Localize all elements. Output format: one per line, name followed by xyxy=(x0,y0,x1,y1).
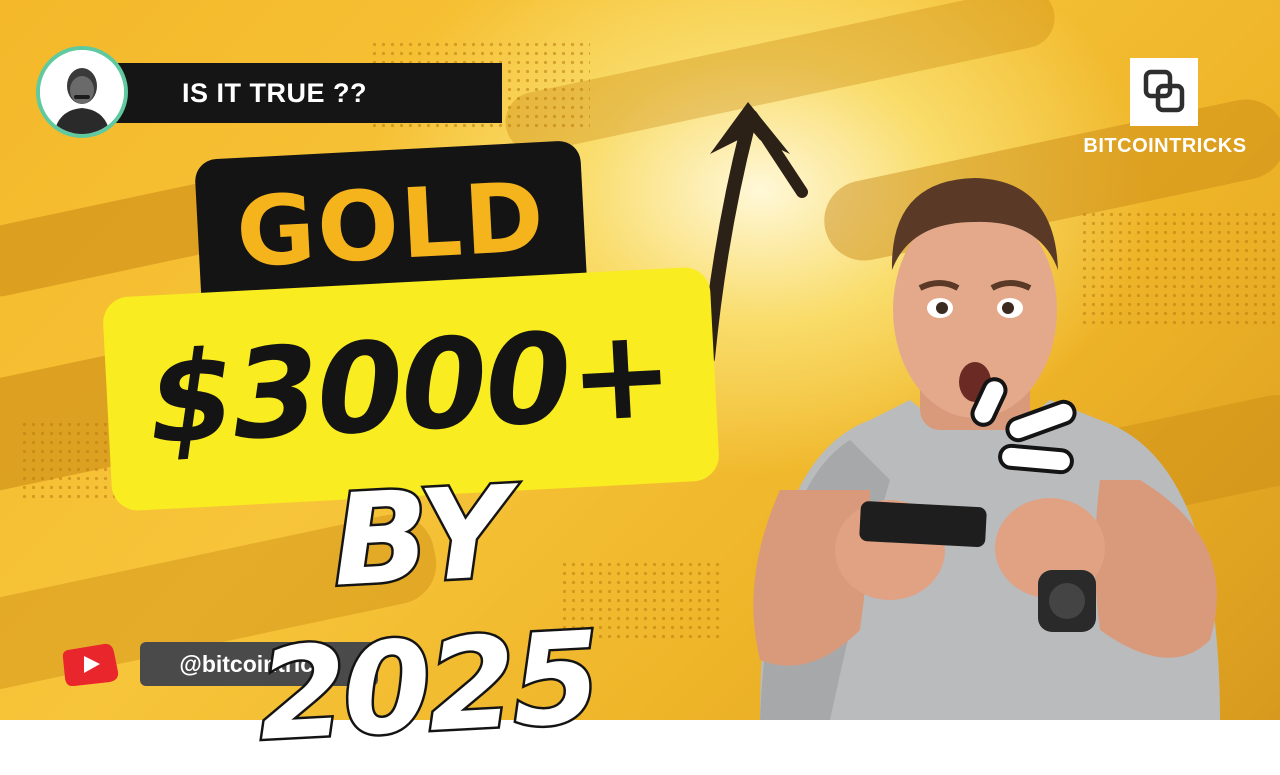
brand-name: BITCOINTRICKS xyxy=(1083,135,1247,157)
youtube-icon xyxy=(62,643,119,686)
surprise-lines-icon xyxy=(970,377,1077,475)
brand-logo xyxy=(1130,58,1198,126)
question-badge-text: IS IT TRUE ?? xyxy=(182,78,367,108)
question-badge: IS IT TRUE ?? xyxy=(110,63,502,123)
headline-gold: GOLD xyxy=(233,160,549,290)
host-avatar-icon xyxy=(40,50,124,134)
host-avatar xyxy=(36,46,128,138)
headline-year: BY 2025 xyxy=(252,456,603,771)
overlapping-squares-icon xyxy=(1143,69,1185,113)
